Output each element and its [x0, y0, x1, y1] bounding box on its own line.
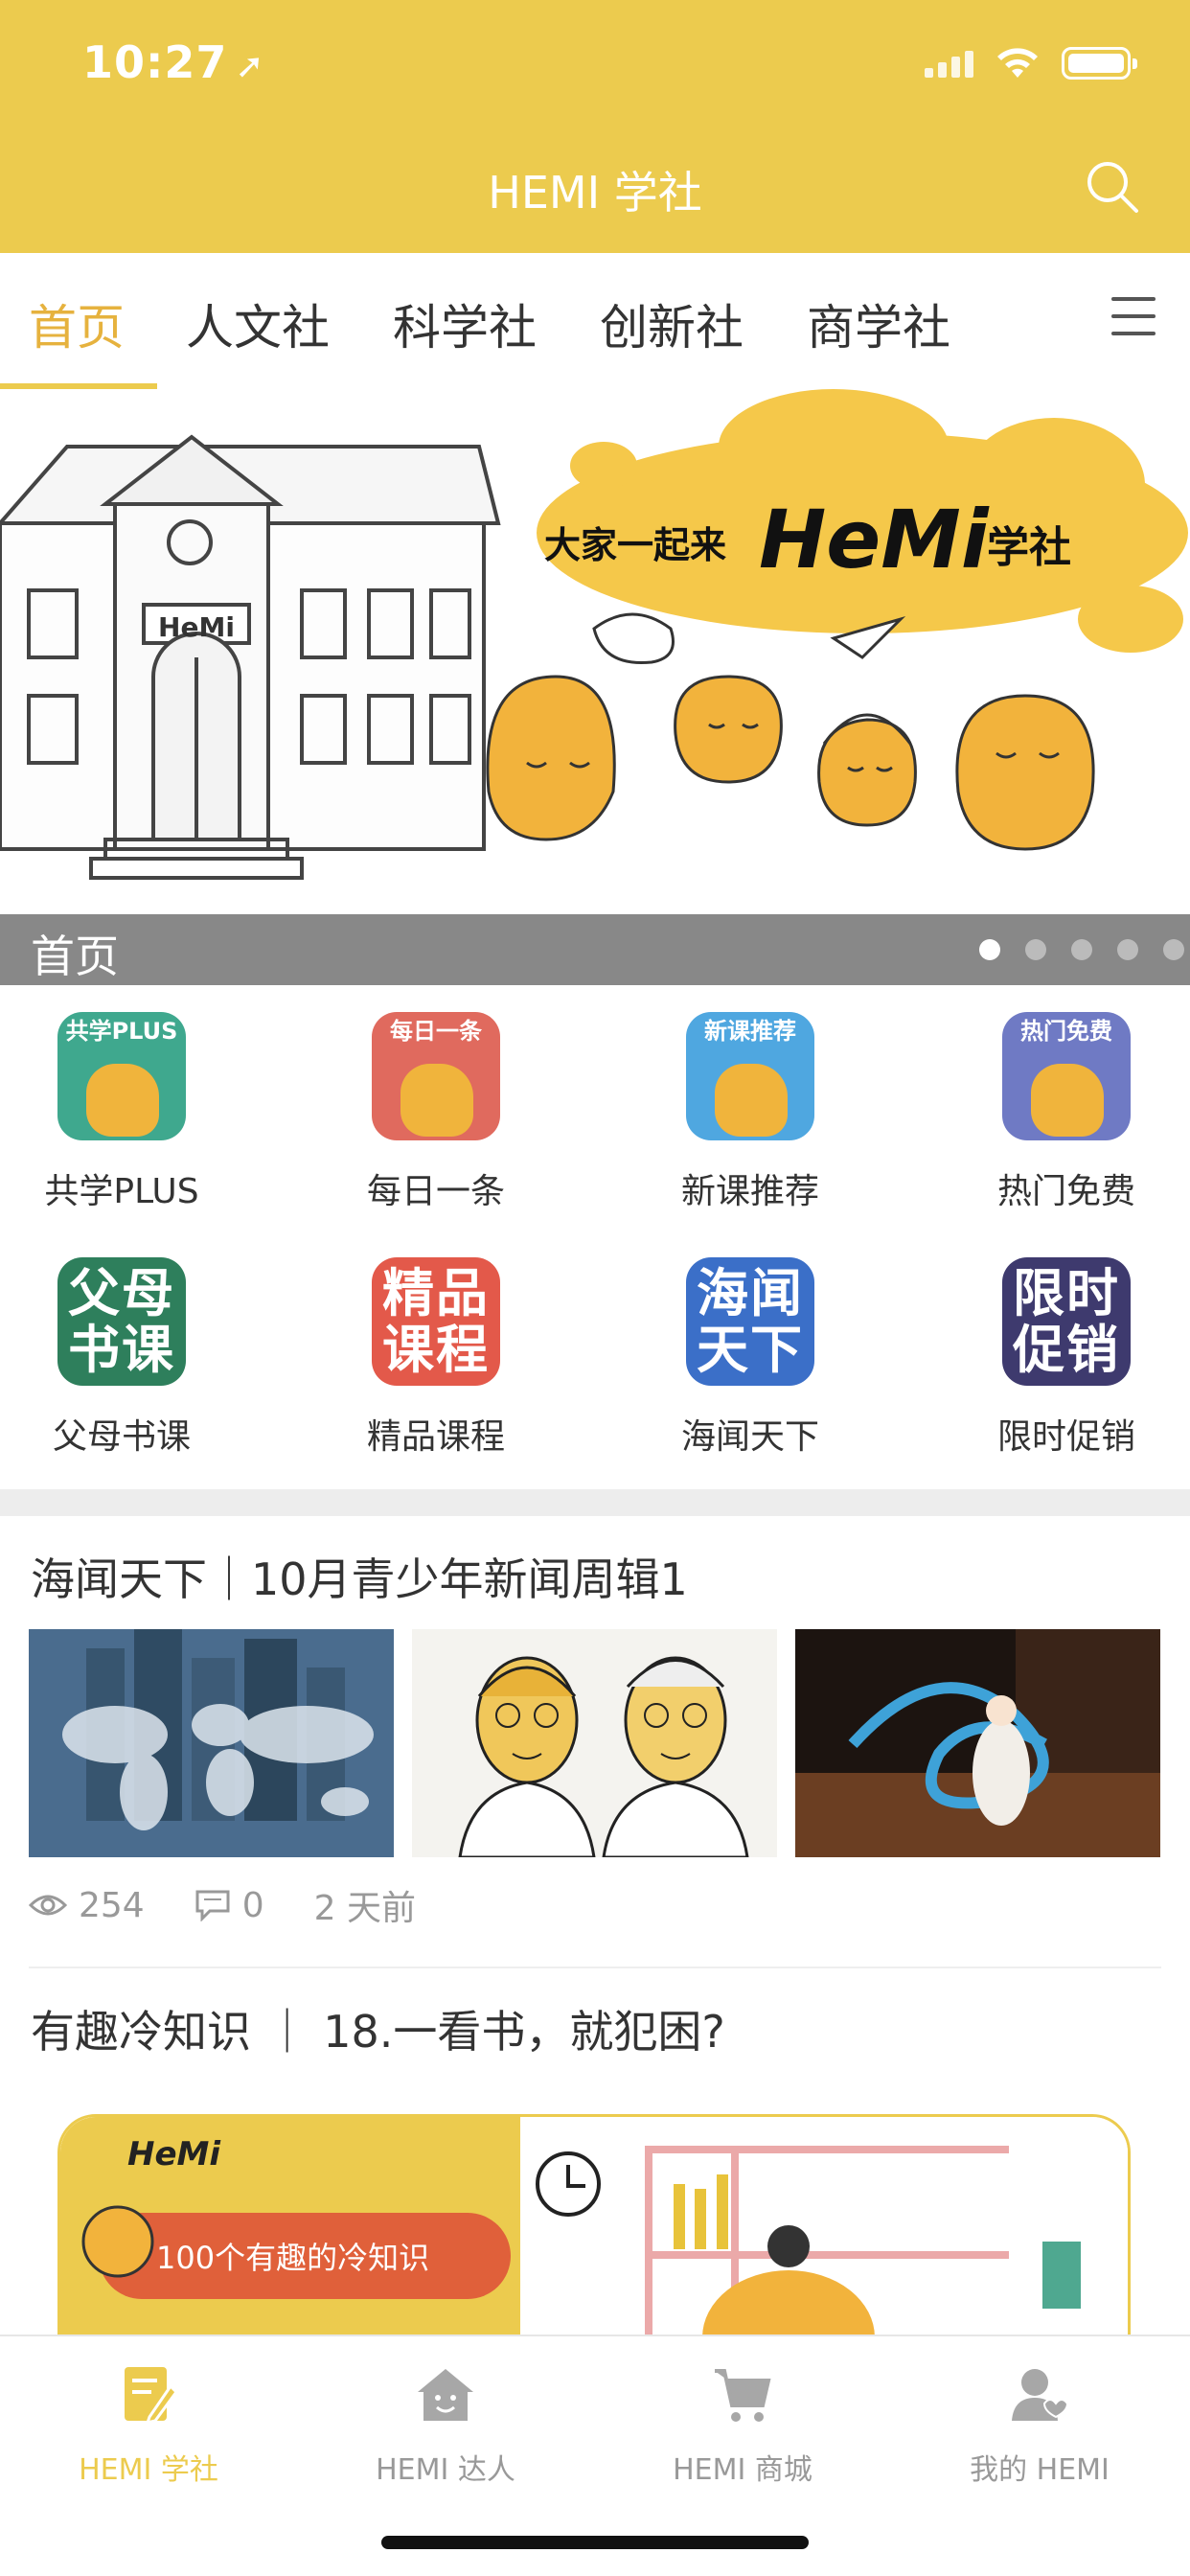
nav-label: HEMI 商城	[673, 2453, 812, 2487]
icon-text: 共学PLUS	[65, 1018, 178, 1045]
battery-icon	[1062, 47, 1137, 80]
icon-text: 父母书课	[68, 1263, 175, 1381]
carousel-dot[interactable]	[1163, 939, 1184, 960]
carousel-dots	[979, 939, 1190, 960]
grid-label: 热门免费	[996, 1172, 1135, 1211]
hot-free-icon: 热门免费	[1002, 1012, 1131, 1140]
grid-label: 父母书课	[52, 1417, 191, 1457]
parent-book-icon: 父母书课	[57, 1257, 186, 1386]
grid-item-limited-sale[interactable]: 限时促销 限时促销	[961, 1257, 1172, 1459]
nav-my-hemi[interactable]: 我的 HEMI	[920, 2361, 1159, 2488]
grid-item-daily[interactable]: 每日一条 每日一条	[331, 1012, 541, 1213]
nav-hemi-store[interactable]: HEMI 商城	[623, 2361, 862, 2488]
tab-home[interactable]: 首页	[29, 289, 125, 358]
section-divider	[0, 1489, 1190, 1516]
book-pen-icon	[125, 2367, 178, 2426]
school-building-illustration	[0, 434, 501, 880]
status-icons	[925, 46, 1137, 80]
article-title[interactable]: 有趣冷知识 ｜ 18.一看书，就犯困?	[31, 1997, 725, 2060]
icon-text: 限时促销	[1013, 1263, 1120, 1381]
banner-slogan-brand: HeMi	[759, 493, 990, 586]
wifi-icon	[997, 48, 1038, 78]
banner-slogan-suffix: 学社	[987, 523, 1071, 572]
nav-label: HEMI 学社	[79, 2453, 218, 2487]
daily-icon: 每日一条	[372, 1012, 500, 1140]
eye-icon	[29, 1895, 67, 1916]
house-face-icon	[418, 2369, 473, 2421]
icon-text: 每日一条	[390, 1018, 482, 1045]
category-tabs: 首页 人文社 科学社 创新社 商学社	[0, 253, 1190, 389]
article-divider	[29, 1966, 1161, 1968]
grid-label: 新课推荐	[680, 1172, 819, 1211]
icon-text: 热门免费	[1020, 1018, 1112, 1045]
grid-item-hot-free[interactable]: 热门免费 热门免费	[961, 1012, 1172, 1213]
building-sign: HeMi	[158, 611, 235, 643]
grid-label: 海闻天下	[680, 1417, 819, 1457]
nav-hemi-experts[interactable]: HEMI 达人	[326, 2361, 565, 2488]
grid-item-gongxue-plus[interactable]: 共学PLUS 共学PLUS	[16, 1012, 227, 1213]
post-time: 2 天前	[313, 1889, 416, 1928]
top-header: 10:27 ➚ HEMI 学社	[0, 0, 1190, 253]
limited-sale-icon: 限时促销	[1002, 1257, 1131, 1386]
search-icon[interactable]	[1079, 153, 1146, 220]
menu-icon[interactable]	[1111, 297, 1156, 339]
status-time: 10:27 ➚	[82, 36, 265, 88]
icon-text: 海闻天下	[697, 1263, 804, 1381]
tab-humanities[interactable]: 人文社	[186, 289, 330, 358]
new-courses-icon: 新课推荐	[686, 1012, 814, 1140]
tab-science[interactable]: 科学社	[393, 289, 537, 358]
carousel-dot[interactable]	[1071, 939, 1092, 960]
mascot-characters	[486, 675, 1095, 851]
home-indicator	[381, 2536, 809, 2549]
premium-icon: 精品课程	[372, 1257, 500, 1386]
article-thumbnail-dancer[interactable]	[795, 1629, 1160, 1857]
carousel-dot[interactable]	[1117, 939, 1138, 960]
view-count: 254	[79, 1885, 145, 1925]
icon-text: 新课推荐	[704, 1018, 796, 1045]
banner-carousel[interactable]: HeMi 大家一起来 HeMi 学社	[0, 389, 1190, 914]
comment-icon	[195, 1890, 230, 1921]
banner-caption: 首页	[31, 931, 119, 982]
grid-item-parent-book[interactable]: 父母书课 父母书课	[16, 1257, 227, 1459]
nav-label: 我的 HEMI	[970, 2453, 1110, 2487]
article-meta: 254 0 2 天前	[29, 1880, 416, 1930]
grid-item-premium[interactable]: 精品课程 精品课程	[331, 1257, 541, 1459]
user-heart-icon	[1012, 2369, 1069, 2421]
grid-label: 每日一条	[366, 1172, 505, 1211]
article-thumbnail-city-map[interactable]	[29, 1629, 394, 1857]
location-arrow-icon: ➚	[235, 47, 265, 86]
comment-count: 0	[241, 1885, 264, 1925]
grid-label: 精品课程	[366, 1417, 505, 1457]
banner-illustration: HeMi 大家一起来 HeMi 学社	[0, 389, 1188, 880]
page-title: HEMI 学社	[488, 167, 702, 218]
nav-label: HEMI 达人	[376, 2453, 515, 2487]
grid-label: 限时促销	[996, 1417, 1135, 1457]
banner-slogan-prefix: 大家一起来	[544, 524, 726, 566]
grid-item-new-courses[interactable]: 新课推荐 新课推荐	[645, 1012, 856, 1213]
cellular-signal-icon	[925, 49, 973, 78]
cart-icon	[715, 2369, 771, 2422]
card-brand: HeMi	[127, 2135, 221, 2174]
grid-item-world-news[interactable]: 海闻天下 海闻天下	[645, 1257, 856, 1459]
tab-innovation[interactable]: 创新社	[600, 289, 744, 358]
carousel-dot[interactable]	[979, 939, 1000, 960]
tab-business[interactable]: 商学社	[807, 289, 950, 358]
card-tag: 100个有趣的冷知识	[156, 2240, 429, 2276]
gongxue-plus-icon: 共学PLUS	[57, 1012, 186, 1140]
article-thumbnail-portraits[interactable]	[412, 1629, 777, 1857]
banner-caption-bar: 首页	[0, 914, 1190, 985]
world-news-icon: 海闻天下	[686, 1257, 814, 1386]
carousel-dot[interactable]	[1025, 939, 1046, 960]
icon-text: 精品课程	[382, 1263, 490, 1381]
grid-label: 共学PLUS	[44, 1172, 199, 1211]
article-title[interactable]: 海闻天下｜10月青少年新闻周辑1	[31, 1545, 688, 1608]
nav-hemi-academy[interactable]: HEMI 学社	[29, 2361, 268, 2488]
